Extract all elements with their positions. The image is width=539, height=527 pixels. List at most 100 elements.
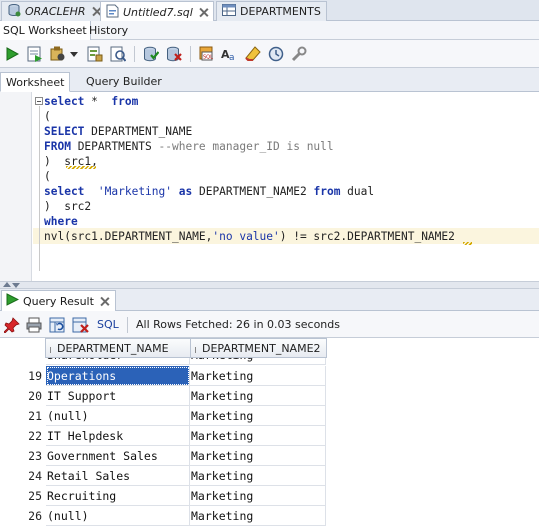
result-tab-bar: Query Result bbox=[0, 289, 539, 311]
spelling-squiggle bbox=[463, 242, 472, 245]
fold-collapse-icon[interactable] bbox=[35, 97, 43, 105]
unshared-sql-worksheet-icon[interactable] bbox=[267, 45, 285, 63]
code-line: select 'Marketing' as DEPARTMENT_NAME2 f… bbox=[44, 185, 375, 198]
svg-text:SQL: SQL bbox=[203, 55, 213, 61]
code-comment: --where manager_ID is null bbox=[158, 140, 334, 153]
row-number-header bbox=[0, 338, 46, 358]
row-number: 20 bbox=[0, 386, 42, 406]
code-line: select * from bbox=[44, 95, 139, 108]
tab-untitled7[interactable]: Untitled7.sql bbox=[100, 1, 214, 22]
code-line: nvl(src1.DEPARTMENT_NAME,'no value') != … bbox=[44, 230, 455, 243]
table-cell[interactable]: Retail Sales bbox=[46, 466, 190, 486]
partially-visible-row: Shareholder Marketing bbox=[0, 358, 539, 365]
main-toolbar: SQL Aa bbox=[0, 40, 539, 68]
editor-gutter bbox=[0, 92, 32, 281]
keyword-from: from bbox=[313, 185, 341, 198]
table-cell[interactable]: Marketing bbox=[190, 386, 326, 406]
result-grid[interactable]: DEPARTMENT_NAME DEPARTMENT_NAME2 Shareho… bbox=[0, 338, 539, 527]
code-line: where bbox=[44, 214, 78, 229]
table-cell[interactable]: Marketing bbox=[190, 486, 326, 506]
column-header-department-name[interactable]: DEPARTMENT_NAME bbox=[45, 338, 191, 358]
row-number: 23 bbox=[0, 446, 42, 466]
commit-icon[interactable] bbox=[142, 45, 160, 63]
table-row[interactable]: 24 Retail Sales Marketing bbox=[0, 466, 539, 486]
table-cell[interactable]: Marketing bbox=[190, 466, 326, 486]
tab-query-builder[interactable]: Query Builder bbox=[81, 72, 167, 92]
table-cell[interactable]: Marketing bbox=[190, 406, 326, 426]
worksheet-subtabs: SQL Worksheet History bbox=[0, 21, 539, 40]
keyword-select: SELECT bbox=[44, 125, 85, 138]
expand-down-icon[interactable] bbox=[12, 283, 20, 288]
table-cell[interactable]: Government Sales bbox=[46, 446, 190, 466]
print-icon[interactable] bbox=[25, 316, 43, 334]
run-statement-icon[interactable] bbox=[3, 45, 21, 63]
table-row[interactable]: 19 Operations Marketing bbox=[0, 366, 539, 386]
cell-clipped: Marketing bbox=[190, 358, 326, 365]
keyword-select: select bbox=[44, 95, 85, 108]
keyword-select: select bbox=[44, 185, 85, 198]
table-cell[interactable]: Operations bbox=[46, 366, 190, 386]
row-number: 24 bbox=[0, 466, 42, 486]
rollback-icon[interactable] bbox=[165, 45, 183, 63]
tab-departments[interactable]: DEPARTMENTS bbox=[216, 1, 327, 21]
table-cell[interactable]: Marketing bbox=[190, 446, 326, 466]
explain-plan-icon[interactable] bbox=[86, 45, 104, 63]
sql-file-icon bbox=[106, 4, 119, 21]
keyword-from: from bbox=[111, 95, 139, 108]
tab-label: ORACLEHR bbox=[25, 5, 86, 18]
keyword-where: where bbox=[44, 215, 78, 228]
table-cell[interactable]: (null) bbox=[46, 506, 190, 526]
fold-guide bbox=[39, 106, 40, 271]
autotrace-icon[interactable] bbox=[49, 45, 67, 63]
sql-history-icon[interactable]: SQL bbox=[198, 45, 216, 63]
sql-tuning-icon[interactable] bbox=[109, 45, 127, 63]
dropdown-arrow-icon[interactable] bbox=[68, 45, 80, 63]
expand-up-icon[interactable] bbox=[3, 282, 11, 287]
string-literal: 'no value' bbox=[212, 230, 280, 243]
code-line: ( bbox=[44, 170, 51, 183]
table-cell[interactable]: IT Support bbox=[46, 386, 190, 406]
table-row[interactable]: 26 (null) Marketing bbox=[0, 506, 539, 526]
column-marker-icon bbox=[195, 347, 200, 353]
run-script-icon[interactable] bbox=[26, 45, 44, 63]
to-upper-lower-icon[interactable]: Aa bbox=[221, 45, 239, 63]
clear-icon[interactable] bbox=[244, 45, 262, 63]
table-cell[interactable]: IT Helpdesk bbox=[46, 426, 190, 446]
tab-query-result[interactable]: Query Result bbox=[1, 290, 116, 311]
tab-oraclehr[interactable]: ORACLEHR bbox=[1, 1, 107, 21]
fetch-status: All Rows Fetched: 26 in 0.03 seconds bbox=[136, 318, 340, 331]
table-row[interactable]: 21 (null) Marketing bbox=[0, 406, 539, 426]
tab-worksheet[interactable]: Worksheet bbox=[0, 72, 71, 92]
keyword-as: as bbox=[178, 185, 193, 198]
table-row[interactable]: 25 Recruiting Marketing bbox=[0, 486, 539, 506]
code-line: SELECT DEPARTMENT_NAME bbox=[44, 125, 193, 138]
row-number: 21 bbox=[0, 406, 42, 426]
refresh-icon[interactable] bbox=[49, 316, 67, 334]
column-header-label: DEPARTMENT_NAME bbox=[57, 342, 169, 355]
column-header-department-name2[interactable]: DEPARTMENT_NAME2 bbox=[190, 338, 327, 358]
delete-icon[interactable] bbox=[72, 316, 90, 334]
table-row[interactable]: 20 IT Support Marketing bbox=[0, 386, 539, 406]
close-icon[interactable] bbox=[199, 8, 208, 17]
sql-link[interactable]: SQL bbox=[97, 318, 119, 331]
tab-history[interactable]: History bbox=[86, 21, 131, 40]
table-cell[interactable]: (null) bbox=[46, 406, 190, 426]
sql-editor[interactable]: select * from ( SELECT DEPARTMENT_NAME F… bbox=[0, 92, 539, 281]
database-connection-icon bbox=[7, 3, 21, 20]
tools-icon[interactable] bbox=[290, 45, 308, 63]
code-line: ) src2 bbox=[44, 200, 92, 213]
table-cell[interactable]: Recruiting bbox=[46, 486, 190, 506]
table-row[interactable]: 23 Government Sales Marketing bbox=[0, 446, 539, 466]
table-cell[interactable]: Marketing bbox=[190, 366, 326, 386]
tab-label: DEPARTMENTS bbox=[240, 5, 321, 18]
close-icon[interactable] bbox=[100, 297, 109, 306]
table-cell[interactable]: Marketing bbox=[190, 506, 326, 526]
tab-label: Query Result bbox=[23, 294, 94, 308]
pin-icon[interactable] bbox=[3, 316, 21, 334]
column-header-label: DEPARTMENT_NAME2 bbox=[202, 342, 321, 355]
column-marker-icon bbox=[50, 347, 55, 353]
panel-splitter[interactable] bbox=[0, 281, 539, 289]
table-row[interactable]: 22 IT Helpdesk Marketing bbox=[0, 426, 539, 446]
table-cell[interactable]: Marketing bbox=[190, 426, 326, 446]
tab-sql-worksheet[interactable]: SQL Worksheet bbox=[0, 21, 91, 40]
